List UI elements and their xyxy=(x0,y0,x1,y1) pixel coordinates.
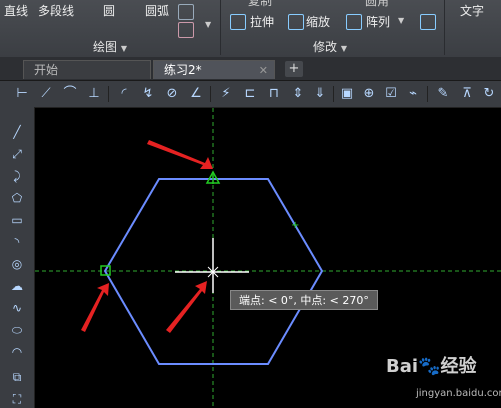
rectangle-icon[interactable] xyxy=(178,4,194,20)
space-dimension-icon[interactable]: ⇕ xyxy=(290,86,306,102)
toolbar-separator xyxy=(333,86,334,102)
aligned-dimension-icon[interactable]: ⟋ xyxy=(38,86,54,102)
chevron-down-icon: ▼ xyxy=(120,44,127,53)
baidu-watermark: Bai🐾经验 xyxy=(386,352,476,378)
continue-dimension-icon[interactable]: ⊓ xyxy=(266,86,282,102)
diameter-dimension-icon[interactable]: ⊘ xyxy=(164,86,180,102)
toolbar-separator xyxy=(108,86,109,102)
ribbon: 直线 多段线 圆 圆弧 ▼ 绘图 ▼ 复制 圆角 拉伸 缩放 阵列 ▼ 修改 ▼… xyxy=(0,0,501,58)
dimension-toolbar: ⊢ ⟋ ⌒ ⊥ ◜ ↯ ⊘ ∠ ⚡ ⊏ ⊓ ⇕ ⇓ ▣ ⊕ ☑ ⌁ ✎ ⊼ ↻ xyxy=(0,81,501,108)
spline-icon[interactable]: ∿ xyxy=(9,300,25,316)
stretch-tool[interactable]: 拉伸 xyxy=(250,13,274,30)
tab-label: 开始 xyxy=(34,63,59,77)
rectangle-icon[interactable]: ▭ xyxy=(9,212,25,228)
panel-separator xyxy=(220,0,221,55)
array-tool[interactable]: 阵列 xyxy=(366,13,390,30)
dimension-update-icon[interactable]: ↻ xyxy=(481,86,497,102)
offset-icon[interactable] xyxy=(420,14,436,30)
tab-start[interactable]: 开始 xyxy=(23,60,151,79)
osnap-tracking-tooltip: 端点: < 0°, 中点: < 270° xyxy=(230,290,378,310)
toolbar-separator xyxy=(427,86,428,102)
file-tab-bar: 开始 练习2* ✕ + xyxy=(0,57,501,81)
text-tool[interactable]: 文字 xyxy=(460,2,484,19)
hatch-icon[interactable] xyxy=(178,22,194,38)
watermark-brand-tail: 经验 xyxy=(440,356,477,377)
tracking-point-marker: + xyxy=(291,220,299,231)
line-icon[interactable]: ╱ xyxy=(9,124,25,140)
draw-panel-title-text: 绘图 xyxy=(93,40,118,54)
jogged-dimension-icon[interactable]: ↯ xyxy=(140,86,156,102)
arc-icon[interactable]: ◝ xyxy=(9,234,25,250)
ellipse-icon[interactable]: ⬭ xyxy=(9,322,25,338)
arc-tool[interactable]: 圆弧 xyxy=(145,2,169,19)
draw-panel-title[interactable]: 绘图 ▼ xyxy=(93,38,127,55)
chevron-down-icon[interactable]: ▼ xyxy=(205,20,211,29)
construction-line-icon[interactable]: ⤢ xyxy=(9,146,25,162)
copy-tool[interactable]: 复制 xyxy=(248,0,272,9)
panel-separator xyxy=(444,0,445,55)
angular-dimension-icon[interactable]: ∠ xyxy=(188,86,204,102)
break-dimension-icon[interactable]: ⇓ xyxy=(312,86,328,102)
stretch-icon[interactable] xyxy=(230,14,246,30)
linear-dimension-icon[interactable]: ⊢ xyxy=(14,86,30,102)
tooltip-text: 端点: < 0°, 中点: < 270° xyxy=(239,294,369,307)
draw-toolbar: ╱ ⤢ ⤸ ⬠ ▭ ◝ ◎ ☁ ∿ ⬭ ◠ ⧉ ⛶ xyxy=(0,107,35,408)
chevron-down-icon[interactable]: ▼ xyxy=(398,16,404,25)
baseline-dimension-icon[interactable]: ⊏ xyxy=(242,86,258,102)
polygon-icon[interactable]: ⬠ xyxy=(9,190,25,206)
jogged-linear-icon[interactable]: ⌁ xyxy=(405,86,421,102)
scale-tool[interactable]: 缩放 xyxy=(306,13,330,30)
annotation-arrow xyxy=(81,283,109,332)
make-block-icon[interactable]: ⛶ xyxy=(9,391,25,407)
new-tab-button[interactable]: + xyxy=(285,61,303,77)
modify-panel-title[interactable]: 修改 ▼ xyxy=(313,38,347,55)
quick-dimension-icon[interactable]: ⚡ xyxy=(218,86,234,102)
annotation-arrow xyxy=(147,140,213,169)
dimension-edit-icon[interactable]: ✎ xyxy=(435,86,451,102)
inspection-icon[interactable]: ☑ xyxy=(383,86,399,102)
tab-label: 练习2* xyxy=(164,63,202,77)
arc-length-icon[interactable]: ⌒ xyxy=(62,86,78,102)
ellipse-arc-icon[interactable]: ◠ xyxy=(9,344,25,360)
fillet-tool[interactable]: 圆角 xyxy=(365,0,389,9)
line-tool[interactable]: 直线 xyxy=(4,2,28,19)
chevron-down-icon: ▼ xyxy=(340,44,347,53)
polyline-icon[interactable]: ⤸ xyxy=(9,168,25,184)
array-icon[interactable] xyxy=(346,14,362,30)
toolbar-separator xyxy=(210,86,211,102)
polyline-tool[interactable]: 多段线 xyxy=(38,2,74,19)
tolerance-icon[interactable]: ▣ xyxy=(339,86,355,102)
radius-dimension-icon[interactable]: ◜ xyxy=(116,86,132,102)
insert-block-icon[interactable]: ⧉ xyxy=(9,369,25,385)
modify-panel-title-text: 修改 xyxy=(313,40,338,54)
scale-icon[interactable] xyxy=(288,14,304,30)
ordinate-dimension-icon[interactable]: ⊥ xyxy=(86,86,102,102)
annotation-arrow xyxy=(166,281,207,333)
center-mark-icon[interactable]: ⊕ xyxy=(361,86,377,102)
paw-icon: 🐾 xyxy=(418,356,441,377)
watermark-brand: Bai xyxy=(386,356,419,377)
watermark-site: jingyan.baidu.com xyxy=(416,388,501,399)
tab-practice2[interactable]: 练习2* ✕ xyxy=(153,60,275,79)
circle-icon[interactable]: ◎ xyxy=(9,256,25,272)
dimension-text-edit-icon[interactable]: ⊼ xyxy=(459,86,475,102)
circle-tool[interactable]: 圆 xyxy=(103,2,115,19)
revision-cloud-icon[interactable]: ☁ xyxy=(9,278,25,294)
close-icon[interactable]: ✕ xyxy=(259,61,268,80)
